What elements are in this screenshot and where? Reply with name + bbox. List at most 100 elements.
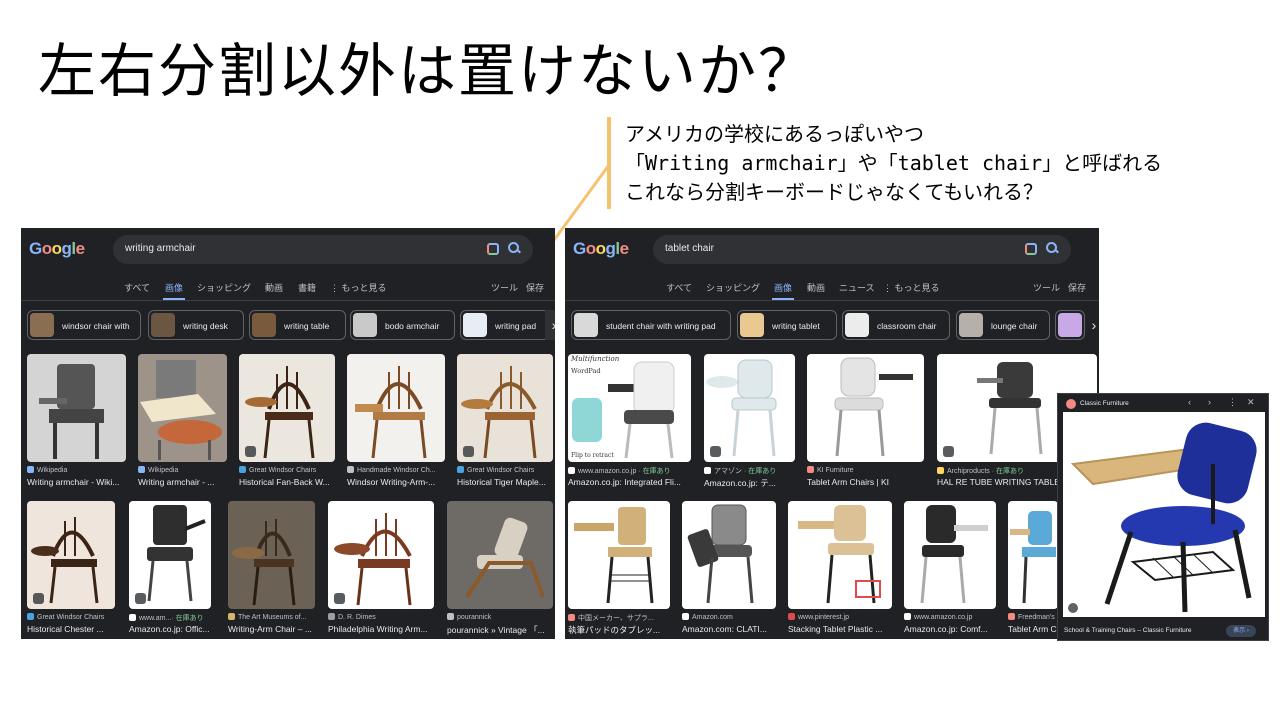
search-tabs: すべて 画像 ショッピング 動画 書籍 ⋮ もっと見る ツール 保存 (21, 279, 555, 301)
stock-status: · 在庫あり (638, 468, 671, 475)
result-image[interactable] (568, 501, 670, 609)
result-title[interactable]: Amazon.com: CLATI... (682, 624, 778, 634)
search-input[interactable]: writing armchair (113, 235, 533, 264)
tab-all[interactable]: すべて (124, 281, 150, 294)
tab-more[interactable]: ⋮ もっと見る (330, 281, 387, 294)
product-badge-icon (245, 446, 256, 457)
preview-image[interactable] (1063, 412, 1265, 617)
chip-writing-pad[interactable]: writing pad (460, 310, 550, 340)
result-title[interactable]: Amazon.co.jp: Integrated Fli... (568, 477, 692, 487)
product-badge-icon (710, 446, 721, 457)
result-image[interactable] (1008, 501, 1058, 609)
tab-videos[interactable]: 動画 (265, 281, 283, 294)
result-title[interactable]: Amazon.co.jp: Comf... (904, 624, 998, 634)
tab-shopping[interactable]: ショッピング (197, 281, 251, 294)
note-line-3: これなら分割キーボードじゃなくてもいれる？ (625, 180, 1043, 204)
preview-source[interactable]: Classic Furniture (1080, 400, 1129, 407)
result-title[interactable]: Windsor Writing-Arm-... (347, 477, 445, 487)
chip-thumbnail (574, 313, 598, 337)
google-images-tablet-chair: Google tablet chair すべて ショッピング 画像 動画 ニュー… (565, 228, 1099, 639)
result-source: www.pinterest.jp (798, 614, 849, 621)
result-image[interactable] (347, 354, 445, 462)
result-image[interactable] (788, 501, 892, 609)
result-source: www.amazon.co.jp (578, 468, 637, 475)
preview-caption[interactable]: School & Training Chairs – Classic Furni… (1064, 627, 1192, 634)
tab-all[interactable]: すべて (666, 281, 692, 294)
close-icon[interactable]: ✕ (1247, 397, 1255, 408)
result-title[interactable]: Philadelphia Writing Arm... (328, 624, 438, 634)
visit-button[interactable]: 表示 › (1226, 625, 1256, 637)
chip-writing-table[interactable]: writing table (249, 310, 346, 340)
chip-classroom-chair[interactable]: classroom chair (842, 310, 950, 340)
chip-windsor-chair-with[interactable]: windsor chair with (27, 310, 141, 340)
result-source: Archiproducts (947, 468, 990, 475)
note-line-2: 「Writing armchair」や「tablet chair」と呼ばれる (625, 151, 1163, 175)
tools-button[interactable]: ツール (491, 281, 518, 294)
chip-thumbnail (845, 313, 869, 337)
chevron-right-icon[interactable]: › (1085, 310, 1099, 340)
result-title[interactable]: Writing armchair - Wiki... (27, 477, 129, 487)
result-title[interactable]: Historical Chester ... (27, 624, 123, 634)
result-image[interactable]: Multifunction WordPad Flip to retract (568, 354, 691, 462)
chip-thumbnail (353, 313, 377, 337)
chip-more[interactable] (1055, 310, 1085, 340)
result-image[interactable] (904, 501, 996, 609)
tab-news[interactable]: ニュース (839, 281, 875, 294)
search-query: writing armchair (125, 243, 196, 254)
result-title[interactable]: Writing armchair - ... (138, 477, 228, 487)
result-image[interactable] (807, 354, 924, 462)
chip-lounge-chair[interactable]: lounge chair (956, 310, 1050, 340)
result-source: D. R. Dimes (338, 614, 376, 621)
chip-thumbnail (740, 313, 764, 337)
search-input[interactable]: tablet chair (653, 235, 1071, 264)
result-source: 中国メーカー、サプラ... (578, 615, 654, 622)
chevron-left-icon[interactable]: ‹ (1188, 397, 1191, 407)
search-icon[interactable] (1045, 241, 1059, 255)
lens-icon[interactable] (487, 243, 499, 255)
chip-bodo-armchair[interactable]: bodo armchair (350, 310, 455, 340)
save-button[interactable]: 保存 (1068, 281, 1086, 294)
tab-books[interactable]: 書籍 (298, 281, 316, 294)
search-query: tablet chair (665, 243, 714, 254)
tab-videos[interactable]: 動画 (807, 281, 825, 294)
result-title[interactable]: Amazon.co.jp: テ... (704, 477, 800, 489)
result-source: pourannick (457, 614, 492, 621)
tab-shopping[interactable]: ショッピング (706, 281, 760, 294)
result-title[interactable]: Amazon.co.jp: Offic... (129, 624, 221, 634)
result-title[interactable]: Writing-Arm Chair – ... (228, 624, 322, 634)
search-icon[interactable] (507, 241, 521, 255)
result-image[interactable] (138, 354, 227, 462)
chip-thumbnail (959, 313, 983, 337)
result-source: www.am... (139, 615, 172, 622)
tab-more[interactable]: ⋮ もっと見る (883, 281, 940, 294)
chip-writing-desk[interactable]: writing desk (148, 310, 244, 340)
result-image[interactable] (27, 354, 126, 462)
chip-student-chair-with-writing-pad[interactable]: student chair with writing pad (571, 310, 731, 340)
tabs-divider (565, 300, 1099, 301)
result-image[interactable] (447, 501, 553, 609)
chevron-right-icon[interactable]: › (1208, 397, 1211, 407)
chevron-right-icon[interactable]: › (545, 310, 555, 340)
callout-bar (607, 117, 611, 209)
note-line-1: アメリカの学校にあるっぽいやつ (625, 122, 924, 146)
result-title[interactable]: Historical Fan-Back W... (239, 477, 335, 487)
lens-icon[interactable] (1025, 243, 1037, 255)
result-source: アマゾン (714, 468, 742, 475)
tab-images[interactable]: 画像 (771, 281, 795, 300)
product-badge-icon (33, 593, 44, 604)
tab-images[interactable]: 画像 (162, 281, 186, 300)
result-image[interactable] (682, 501, 776, 609)
result-title[interactable]: Tablet Arm Chairs | KI (807, 477, 925, 487)
result-title[interactable]: 執筆パッドのタブレッ... (568, 624, 672, 636)
chip-writing-tablet[interactable]: writing tablet (737, 310, 837, 340)
tools-button[interactable]: ツール (1033, 281, 1060, 294)
more-options-icon[interactable]: ⋮ (1228, 397, 1237, 408)
save-button[interactable]: 保存 (526, 281, 544, 294)
result-source: Great Windsor Chairs (249, 467, 317, 474)
google-logo[interactable]: Google (29, 239, 85, 259)
result-title[interactable]: Historical Tiger Maple... (457, 477, 553, 487)
result-title[interactable]: Stacking Tablet Plastic ... (788, 624, 894, 634)
google-logo[interactable]: Google (573, 239, 629, 259)
result-image[interactable] (228, 501, 315, 609)
result-title[interactable]: pourannick » Vintage 「... (447, 624, 553, 636)
